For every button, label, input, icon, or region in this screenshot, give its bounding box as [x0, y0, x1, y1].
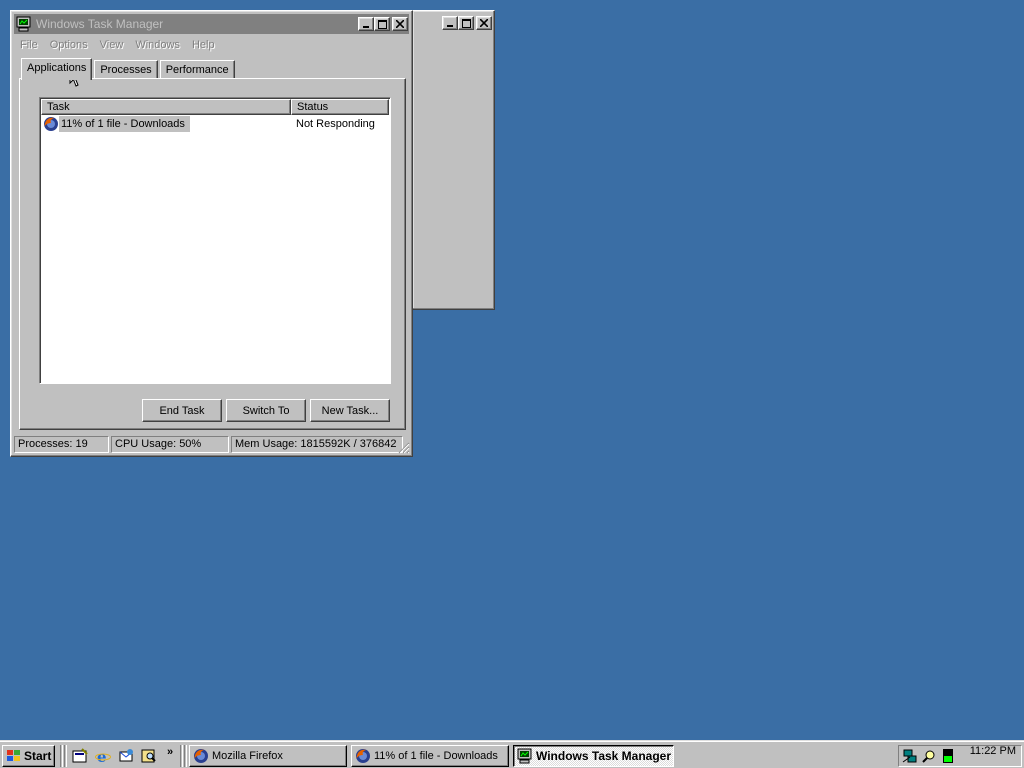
task-status: Not Responding	[296, 118, 375, 130]
taskbar-button-label: Windows Task Manager	[536, 749, 672, 763]
task-list[interactable]: Task Status 11% of 1 file - Downloads No…	[39, 97, 391, 384]
column-header-status[interactable]: Status	[291, 99, 389, 115]
task-manager-icon	[517, 748, 532, 764]
background-window-titlebar[interactable]	[415, 13, 492, 33]
start-label: Start	[24, 749, 52, 763]
firefox-icon	[194, 749, 208, 763]
resize-grip-icon[interactable]	[398, 442, 410, 454]
menu-help[interactable]: Help	[186, 39, 221, 51]
network-icon[interactable]	[902, 748, 918, 764]
tab-strip: Applications Processes Performance	[21, 57, 237, 80]
cpu-meter-icon[interactable]	[940, 748, 956, 764]
search-icon[interactable]	[141, 748, 157, 764]
minimize-button[interactable]	[442, 16, 458, 30]
close-icon	[480, 19, 488, 27]
clock[interactable]: 11:22 PM	[970, 745, 1016, 757]
column-header-task[interactable]: Task	[41, 99, 291, 115]
internet-explorer-icon[interactable]: e	[95, 748, 111, 764]
maximize-button[interactable]	[374, 17, 390, 31]
taskbar-button-label: 11% of 1 file - Downloads	[374, 750, 498, 762]
quick-launch-more-icon[interactable]: »	[167, 746, 173, 758]
task-manager-icon	[16, 16, 31, 32]
applications-panel: Task Status 11% of 1 file - Downloads No…	[19, 78, 406, 430]
menu-bar: File Options View Windows Help	[14, 35, 409, 55]
maximize-button[interactable]	[458, 16, 474, 30]
tab-applications[interactable]: Applications	[21, 58, 93, 80]
minimize-icon	[363, 26, 369, 28]
close-icon	[396, 20, 404, 28]
task-manager-window: Windows Task Manager File Options View W…	[10, 10, 413, 457]
switch-to-button[interactable]: Switch To	[226, 399, 306, 422]
show-desktop-icon[interactable]	[72, 748, 88, 764]
taskbar-separator	[60, 745, 63, 767]
menu-options[interactable]: Options	[44, 39, 94, 51]
search-icon[interactable]	[921, 748, 937, 764]
taskbar-button-downloads[interactable]: 11% of 1 file - Downloads	[351, 745, 509, 767]
maximize-icon	[377, 19, 387, 29]
end-task-button[interactable]: End Task	[142, 399, 222, 422]
taskbar-separator	[184, 745, 187, 767]
start-button[interactable]: Start	[2, 745, 55, 767]
titlebar[interactable]: Windows Task Manager	[14, 14, 409, 34]
menu-file[interactable]: File	[14, 39, 44, 51]
firefox-icon	[44, 117, 58, 131]
minimize-button[interactable]	[358, 17, 374, 31]
window-title: Windows Task Manager	[36, 17, 164, 31]
task-row[interactable]: 11% of 1 file - Downloads Not Responding	[43, 116, 389, 132]
task-name: 11% of 1 file - Downloads	[59, 116, 190, 132]
taskbar-separator	[180, 745, 183, 767]
tab-processes[interactable]: Processes	[94, 60, 158, 79]
windows-logo-icon	[7, 750, 20, 761]
taskbar-separator	[64, 745, 67, 767]
status-bar: Processes: 19 CPU Usage: 50% Mem Usage: …	[14, 434, 409, 454]
mem-usage: Mem Usage: 1815592K / 376842	[231, 435, 403, 453]
svg-text:e: e	[97, 748, 107, 764]
taskbar-button-label: Mozilla Firefox	[212, 750, 283, 762]
outlook-express-icon[interactable]	[118, 748, 134, 764]
menu-view[interactable]: View	[94, 39, 130, 51]
tab-performance[interactable]: Performance	[159, 60, 235, 79]
background-window	[412, 10, 495, 310]
taskbar-button-task-manager[interactable]: Windows Task Manager	[513, 745, 674, 767]
firefox-icon	[356, 749, 370, 763]
menu-windows[interactable]: Windows	[129, 39, 186, 51]
processes-count: Processes: 19	[14, 435, 109, 453]
new-task-button[interactable]: New Task...	[310, 399, 390, 422]
task-list-header: Task Status	[41, 99, 389, 115]
close-button[interactable]	[392, 17, 408, 31]
minimize-icon	[447, 25, 453, 27]
maximize-icon	[461, 18, 471, 28]
taskbar: Start e » Mozilla Firefox 11% of 1 file …	[0, 740, 1024, 768]
taskbar-button-firefox[interactable]: Mozilla Firefox	[189, 745, 347, 767]
close-button[interactable]	[476, 16, 492, 30]
cpu-usage: CPU Usage: 50%	[111, 435, 229, 453]
